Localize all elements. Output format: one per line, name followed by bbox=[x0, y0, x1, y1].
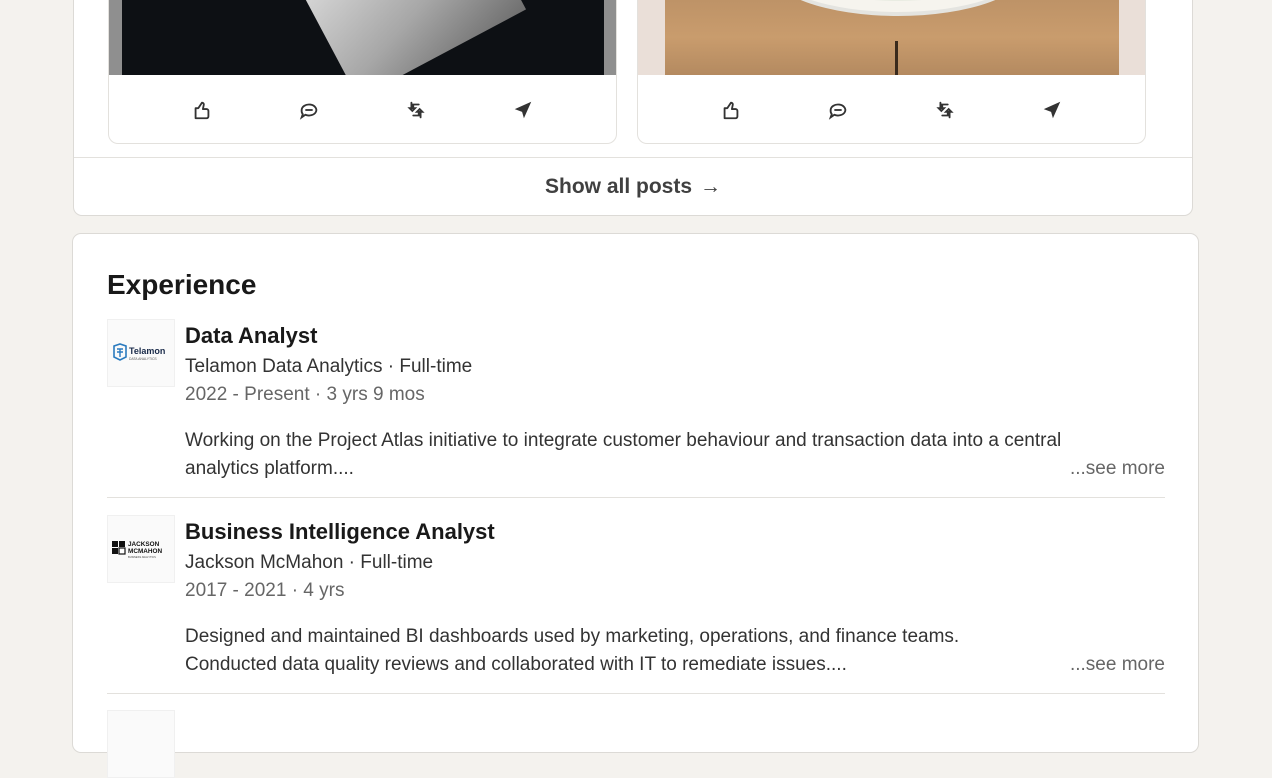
experience-item: JACKSON MCMAHON BUSINESS ANALYTICS Busin… bbox=[107, 515, 1165, 694]
show-all-posts-button[interactable]: Show all posts → bbox=[74, 157, 1192, 215]
send-button[interactable] bbox=[509, 96, 537, 124]
comment-icon bbox=[828, 103, 847, 120]
experience-item bbox=[107, 710, 1165, 778]
comment-button[interactable] bbox=[295, 96, 323, 124]
image-table-seam bbox=[895, 41, 898, 75]
post-image[interactable] bbox=[109, 0, 616, 75]
company-name: Jackson McMahon · Full-time bbox=[185, 552, 434, 573]
telamon-logo-icon: Telamon DATA ANALYTICS bbox=[113, 343, 165, 361]
job-description: Designed and maintained BI dashboards us… bbox=[185, 623, 1165, 679]
svg-text:MCMAHON: MCMAHON bbox=[128, 548, 162, 555]
arrow-right-icon: → bbox=[700, 174, 722, 198]
comment-icon bbox=[299, 103, 318, 120]
description-line: Conducted data quality reviews and colla… bbox=[185, 654, 847, 675]
send-icon bbox=[514, 101, 531, 118]
comment-button[interactable] bbox=[824, 96, 852, 124]
like-icon bbox=[724, 101, 739, 119]
job-title: Business Intelligence Analyst bbox=[185, 519, 495, 544]
company-logo[interactable]: Telamon DATA ANALYTICS bbox=[107, 319, 175, 387]
svg-text:Telamon: Telamon bbox=[129, 346, 165, 356]
jackson-mcmahon-logo-icon: JACKSON MCMAHON BUSINESS ANALYTICS bbox=[112, 541, 162, 559]
post-actions bbox=[638, 75, 1145, 143]
svg-text:DATA ANALYTICS: DATA ANALYTICS bbox=[129, 357, 157, 361]
post-card[interactable] bbox=[108, 0, 617, 144]
repost-button[interactable] bbox=[402, 96, 430, 124]
section-title: Experience bbox=[107, 269, 257, 300]
job-description: Working on the Project Atlas initiative … bbox=[185, 427, 1165, 483]
description-line: Working on the Project Atlas initiative … bbox=[185, 430, 1062, 451]
like-icon bbox=[195, 101, 210, 119]
experience-section: Experience Telamon DATA ANALYTICS Data A… bbox=[72, 233, 1199, 778]
like-button[interactable] bbox=[717, 96, 745, 124]
description-line: analytics platform.... bbox=[185, 458, 354, 479]
send-button[interactable] bbox=[1038, 96, 1066, 124]
see-more-link[interactable]: ...see more bbox=[1070, 651, 1165, 679]
company-name: Telamon Data Analytics · Full-time bbox=[185, 356, 473, 377]
send-icon bbox=[1043, 101, 1060, 118]
experience-item: Telamon DATA ANALYTICS Data Analyst Tela… bbox=[107, 319, 1165, 498]
job-dates: 2022 - Present · 3 yrs 9 mos bbox=[185, 384, 425, 405]
job-title: Data Analyst bbox=[185, 323, 318, 348]
like-button[interactable] bbox=[188, 96, 216, 124]
post-actions bbox=[109, 75, 616, 143]
repost-button[interactable] bbox=[931, 96, 959, 124]
post-image[interactable] bbox=[638, 0, 1145, 75]
svg-text:BUSINESS ANALYTICS: BUSINESS ANALYTICS bbox=[128, 555, 156, 559]
repost-icon bbox=[407, 101, 425, 118]
show-all-posts-label: Show all posts bbox=[544, 174, 693, 198]
see-more-link[interactable]: ...see more bbox=[1070, 455, 1165, 483]
description-line: Designed and maintained BI dashboards us… bbox=[185, 626, 960, 647]
post-card[interactable] bbox=[637, 0, 1146, 144]
company-logo[interactable] bbox=[107, 710, 175, 778]
posts-card: Show all posts → bbox=[73, 0, 1193, 216]
company-logo[interactable]: JACKSON MCMAHON BUSINESS ANALYTICS bbox=[107, 515, 175, 583]
svg-text:JACKSON: JACKSON bbox=[128, 541, 160, 548]
repost-icon bbox=[936, 101, 954, 118]
job-dates: 2017 - 2021 · 4 yrs bbox=[185, 580, 345, 601]
